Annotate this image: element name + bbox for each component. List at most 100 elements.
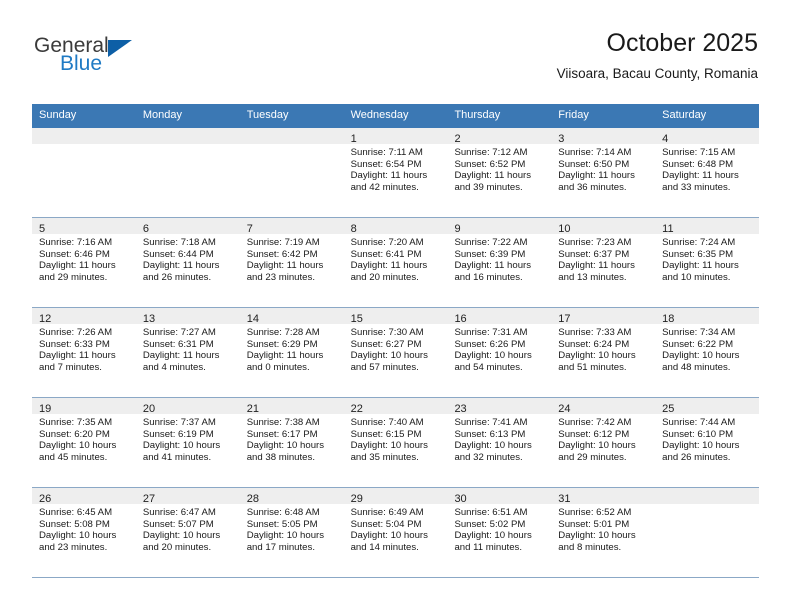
day-cell-14[interactable]: 14 Sunrise: 7:28 AM Sunset: 6:29 PM Dayligh…: [239, 308, 344, 397]
day-detail-line: Sunset: 5:04 PM: [350, 518, 422, 530]
day-cell-28[interactable]: 28 Sunrise: 6:48 AM Sunset: 5:05 PM Dayligh…: [239, 488, 344, 577]
day-number-band: 5: [32, 218, 136, 235]
day-cell-16[interactable]: 16 Sunrise: 7:31 AM Sunset: 6:26 PM Dayligh…: [447, 308, 552, 397]
day-detail-line: Sunrise: 7:41 AM: [454, 417, 528, 428]
day-cell-19[interactable]: 19 Sunrise: 7:35 AM Sunset: 6:20 PM Dayligh…: [32, 398, 136, 487]
day-number-band: 9: [447, 218, 552, 235]
day-detail-line: Sunset: 5:01 PM: [558, 518, 630, 530]
day-cell-7[interactable]: 7 Sunrise: 7:19 AM Sunset: 6:42 PM Daylight…: [239, 218, 344, 307]
weekday-header-wednesday: Wednesday: [350, 109, 409, 121]
day-cell-15[interactable]: 15 Sunrise: 7:30 AM Sunset: 6:27 PM Dayligh…: [343, 308, 448, 397]
day-number: 8: [350, 223, 357, 235]
day-detail-line: and 23 minutes.: [246, 271, 315, 283]
day-cell-25[interactable]: 25 Sunrise: 7:44 AM Sunset: 6:10 PM Dayligh…: [655, 398, 760, 487]
day-detail-line: and 0 minutes.: [246, 361, 310, 373]
day-cell-5[interactable]: 5 Sunrise: 7:16 AM Sunset: 6:46 PM Daylight…: [32, 218, 136, 307]
day-detail-line: Sunset: 5:02 PM: [454, 518, 526, 530]
week-row: 12 Sunrise: 7:26 AM Sunset: 6:33 PM Dayligh…: [32, 307, 760, 397]
day-detail-line: Sunrise: 7:16 AM: [39, 237, 113, 248]
day-cell-26[interactable]: 26 Sunrise: 6:45 AM Sunset: 5:08 PM Dayligh…: [32, 488, 136, 577]
day-cell-8[interactable]: 8 Sunrise: 7:20 AM Sunset: 6:41 PM Daylight…: [343, 218, 448, 307]
day-detail-line: and 57 minutes.: [350, 361, 419, 373]
day-detail-line: Daylight: 10 hours: [558, 530, 636, 542]
day-cell-17[interactable]: 17 Sunrise: 7:33 AM Sunset: 6:24 PM Dayligh…: [551, 308, 656, 397]
day-number: 26: [39, 493, 52, 505]
day-cell-31[interactable]: 31 Sunrise: 6:52 AM Sunset: 5:01 PM Dayligh…: [551, 488, 656, 577]
day-cell-23[interactable]: 23 Sunrise: 7:41 AM Sunset: 6:13 PM Dayligh…: [447, 398, 552, 487]
day-detail-line: Sunrise: 7:42 AM: [558, 417, 632, 428]
day-cell-empty: [239, 128, 344, 217]
day-number-band: 21: [239, 398, 344, 415]
day-number-band: 7: [239, 218, 344, 235]
day-number-band: 27: [135, 488, 240, 505]
day-detail-line: Sunrise: 7:12 AM: [454, 147, 528, 158]
day-number: 31: [558, 493, 571, 505]
day-number-band: 24: [551, 398, 656, 415]
day-detail-line: Sunrise: 6:52 AM: [558, 507, 632, 518]
day-detail-line: Sunrise: 6:47 AM: [142, 507, 216, 518]
day-number: 6: [142, 223, 149, 235]
day-details: Sunrise: 6:52 AM Sunset: 5:01 PM Daylight:…: [551, 504, 655, 553]
day-number-band: 15: [343, 308, 448, 325]
day-cell-27[interactable]: 27 Sunrise: 6:47 AM Sunset: 5:07 PM Dayligh…: [135, 488, 240, 577]
day-number-band: 6: [135, 218, 240, 235]
day-cell-30[interactable]: 30 Sunrise: 6:51 AM Sunset: 5:02 PM Dayligh…: [447, 488, 552, 577]
day-details: Sunrise: 6:48 AM Sunset: 5:05 PM Daylight:…: [240, 504, 344, 553]
day-cell-4[interactable]: 4 Sunrise: 7:15 AM Sunset: 6:48 PM Daylight…: [655, 128, 760, 217]
day-number: 25: [662, 403, 675, 415]
day-detail-line: Sunset: 5:08 PM: [39, 518, 110, 530]
day-cell-2[interactable]: 2 Sunrise: 7:12 AM Sunset: 6:52 PM Daylight…: [447, 128, 552, 217]
day-detail-line: Sunset: 6:26 PM: [454, 338, 526, 350]
day-number-band: 12: [32, 308, 136, 325]
day-detail-line: and 26 minutes.: [662, 451, 731, 463]
day-cell-12[interactable]: 12 Sunrise: 7:26 AM Sunset: 6:33 PM Dayligh…: [32, 308, 136, 397]
week-row: 5 Sunrise: 7:16 AM Sunset: 6:46 PM Daylight…: [32, 217, 760, 307]
day-cell-22[interactable]: 22 Sunrise: 7:40 AM Sunset: 6:15 PM Dayligh…: [343, 398, 448, 487]
day-detail-line: Daylight: 11 hours: [662, 260, 739, 272]
day-detail-line: and 41 minutes.: [142, 451, 212, 463]
day-detail-line: Daylight: 11 hours: [39, 350, 116, 362]
day-number: 3: [558, 133, 565, 145]
day-details: Sunrise: 7:27 AM Sunset: 6:31 PM Daylight:…: [136, 324, 240, 373]
day-detail-line: Sunset: 6:44 PM: [142, 248, 214, 260]
day-cell-empty: [655, 488, 760, 577]
title-block: October 2025 Viisoara, Bacau County, Rom…: [557, 28, 758, 84]
day-number: 10: [558, 223, 571, 235]
day-detail-line: Daylight: 10 hours: [246, 440, 325, 452]
day-detail-line: and 7 minutes.: [39, 361, 102, 373]
day-detail-line: Sunrise: 6:51 AM: [454, 507, 528, 518]
day-cell-13[interactable]: 13 Sunrise: 7:27 AM Sunset: 6:31 PM Dayligh…: [135, 308, 240, 397]
day-cell-21[interactable]: 21 Sunrise: 7:38 AM Sunset: 6:17 PM Dayligh…: [239, 398, 344, 487]
week-row: 26 Sunrise: 6:45 AM Sunset: 5:08 PM Dayligh…: [32, 487, 760, 577]
day-details: Sunrise: 6:51 AM Sunset: 5:02 PM Daylight:…: [447, 504, 551, 553]
day-cell-10[interactable]: 10 Sunrise: 7:23 AM Sunset: 6:37 PM Dayligh…: [551, 218, 656, 307]
grid-bottom-border: [32, 577, 759, 578]
day-cell-9[interactable]: 9 Sunrise: 7:22 AM Sunset: 6:39 PM Daylight…: [447, 218, 552, 307]
day-detail-line: Sunset: 6:19 PM: [142, 428, 214, 440]
day-cell-11[interactable]: 11 Sunrise: 7:24 AM Sunset: 6:35 PM Dayligh…: [655, 218, 760, 307]
day-detail-line: and 11 minutes.: [454, 541, 522, 553]
day-detail-line: Daylight: 11 hours: [662, 170, 739, 182]
day-detail-line: Sunrise: 7:23 AM: [558, 237, 632, 248]
day-detail-line: Sunset: 6:46 PM: [39, 248, 110, 260]
day-cell-20[interactable]: 20 Sunrise: 7:37 AM Sunset: 6:19 PM Dayligh…: [135, 398, 240, 487]
day-details: Sunrise: 6:49 AM Sunset: 5:04 PM Daylight:…: [344, 504, 448, 553]
day-cell-24[interactable]: 24 Sunrise: 7:42 AM Sunset: 6:12 PM Dayligh…: [551, 398, 656, 487]
day-cell-1[interactable]: 1 Sunrise: 7:11 AM Sunset: 6:54 PM Daylight…: [343, 128, 448, 217]
day-detail-line: Sunrise: 7:18 AM: [142, 237, 216, 248]
day-cell-18[interactable]: 18 Sunrise: 7:34 AM Sunset: 6:22 PM Dayligh…: [655, 308, 760, 397]
day-cell-29[interactable]: 29 Sunrise: 6:49 AM Sunset: 5:04 PM Dayligh…: [343, 488, 448, 577]
day-number-band: 18: [655, 308, 760, 325]
day-detail-line: and 14 minutes.: [350, 541, 419, 553]
day-number-band: [239, 128, 344, 144]
general-blue-logo: General Blue: [32, 34, 242, 90]
day-details: Sunrise: 7:16 AM Sunset: 6:46 PM Daylight:…: [32, 234, 136, 283]
day-detail-line: and 20 minutes.: [142, 541, 212, 553]
day-details: Sunrise: 7:26 AM Sunset: 6:33 PM Daylight:…: [32, 324, 136, 373]
day-cell-3[interactable]: 3 Sunrise: 7:14 AM Sunset: 6:50 PM Daylight…: [551, 128, 656, 217]
day-number-band: 3: [551, 128, 656, 145]
day-cell-6[interactable]: 6 Sunrise: 7:18 AM Sunset: 6:44 PM Daylight…: [135, 218, 240, 307]
day-details: Sunrise: 7:30 AM Sunset: 6:27 PM Daylight:…: [344, 324, 448, 373]
day-detail-line: Sunset: 6:33 PM: [39, 338, 110, 350]
day-number-band: 25: [655, 398, 760, 415]
